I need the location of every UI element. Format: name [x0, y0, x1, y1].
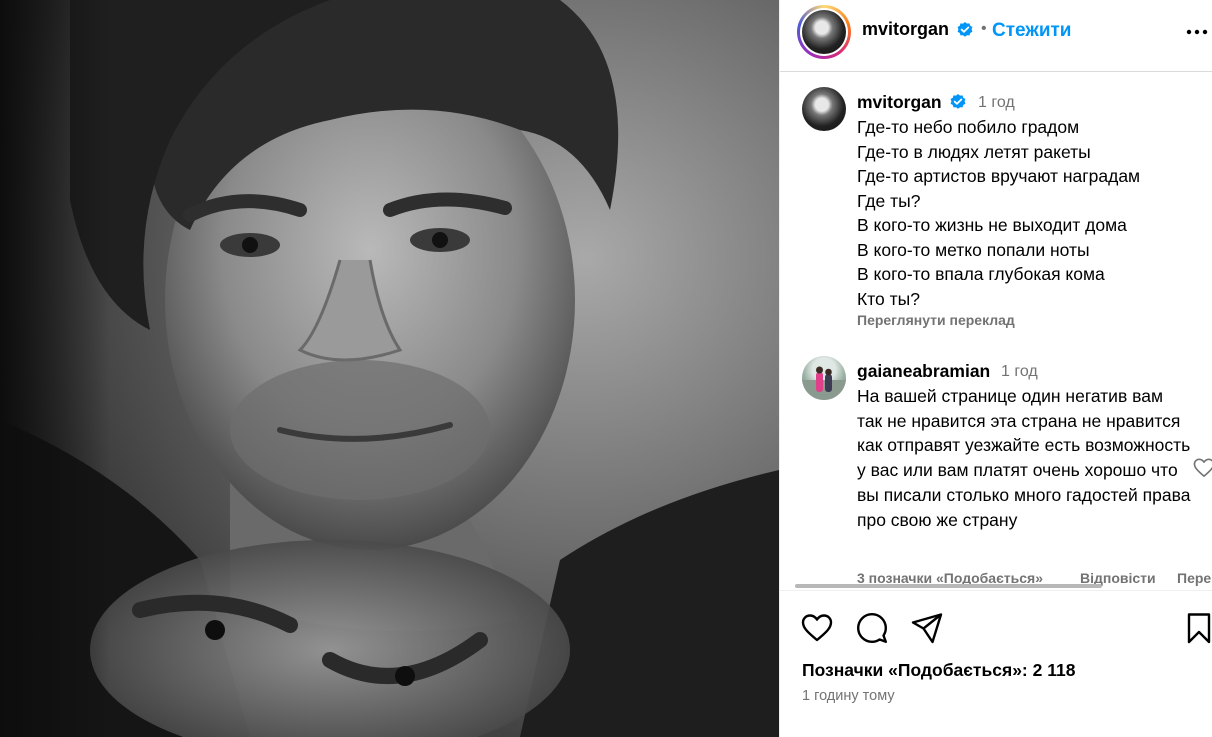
verified-badge-icon [950, 94, 966, 109]
verified-badge-icon [957, 22, 973, 37]
bookmark-icon[interactable] [1182, 611, 1212, 645]
comment-text: На вашей странице один негатив вам так н… [857, 386, 1191, 530]
see-translation-link[interactable]: Переглянути переклад [857, 312, 1015, 328]
share-icon[interactable] [910, 611, 944, 645]
caption-username[interactable]: mvitorgan [857, 92, 942, 113]
caption-author-avatar[interactable] [802, 87, 846, 131]
portrait-photo [0, 0, 779, 737]
comment-time[interactable]: 1 год [1001, 363, 1038, 381]
post-timestamp[interactable]: 1 годину тому [802, 688, 895, 704]
comment-translate-link[interactable]: Пере [1177, 570, 1211, 586]
post-image[interactable] [0, 0, 779, 737]
caption-line: В кого-то метко попали ноты [857, 240, 1090, 260]
post-action-bar: Позначки «Подобається»: 2 118 1 годину т… [780, 590, 1212, 737]
caption-line: Где-то небо побило градом [857, 117, 1080, 137]
horizontal-scrollbar[interactable] [795, 584, 1102, 588]
author-avatar-story-ring[interactable] [797, 5, 851, 59]
caption-line: Кто ты? [857, 289, 920, 309]
author-avatar [802, 10, 846, 54]
commenter-username[interactable]: gaianeabramian [857, 361, 990, 382]
caption-line: В кого-то впала глубокая кома [857, 264, 1105, 284]
caption-time[interactable]: 1 год [978, 94, 1015, 112]
caption-line: Где ты? [857, 191, 921, 211]
author-username[interactable]: mvitorgan [862, 19, 949, 40]
comment-icon[interactable] [855, 611, 889, 645]
commenter-avatar-image [802, 366, 846, 400]
commenter-avatar[interactable] [802, 356, 846, 400]
heart-icon[interactable] [800, 611, 834, 645]
post-side-panel: mvitorgan • Стежити mvitorgan 1 год Где-… [779, 0, 1212, 737]
likes-count[interactable]: Позначки «Подобається»: 2 118 [802, 660, 1075, 681]
comment-like-heart-icon[interactable] [1193, 458, 1212, 478]
caption-line: Где-то артистов вручают наградам [857, 166, 1141, 186]
post-header: mvitorgan • Стежити [780, 0, 1212, 72]
follow-button[interactable]: Стежити [992, 20, 1071, 42]
caption-line: Где-то в людях летят ракеты [857, 142, 1091, 162]
caption-line: В кого-то жизнь не выходит дома [857, 215, 1127, 235]
header-separator: • [981, 20, 987, 37]
more-horizontal-icon[interactable] [1185, 22, 1209, 42]
